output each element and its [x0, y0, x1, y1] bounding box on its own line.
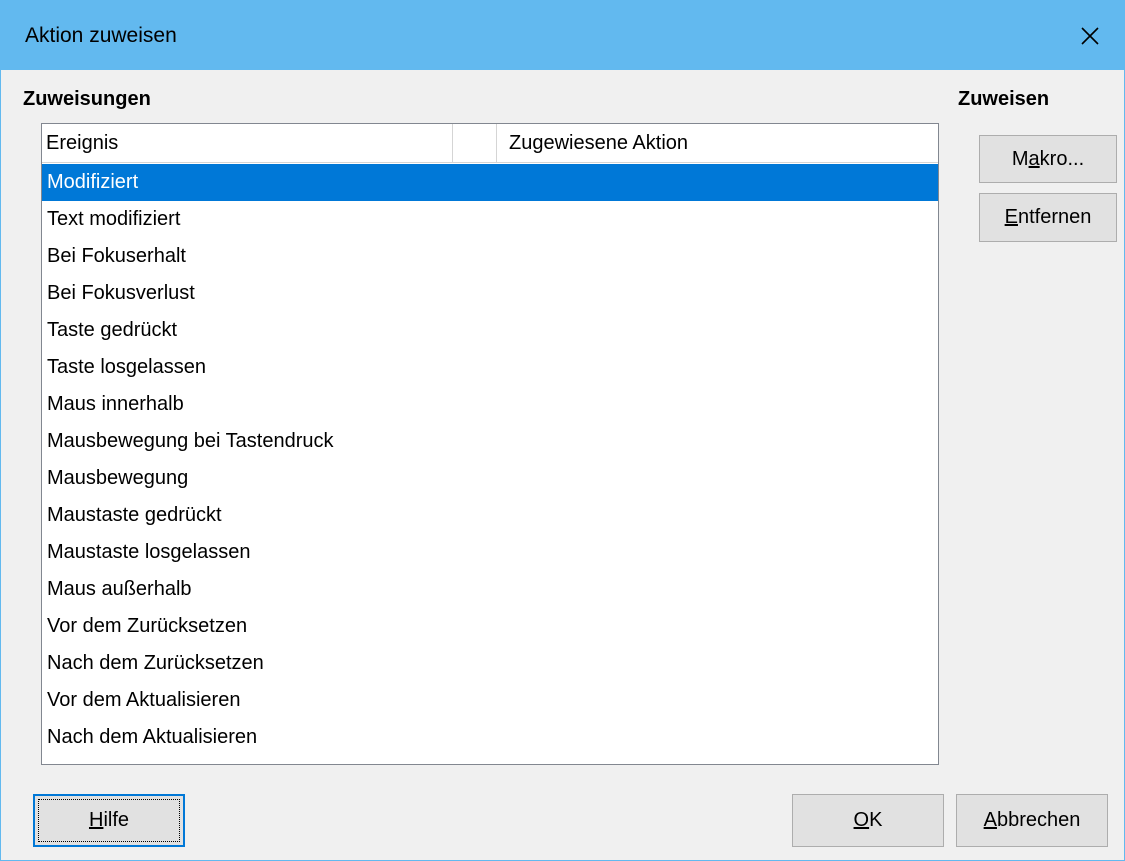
event-row[interactable]: Nach dem Aktualisieren	[42, 719, 938, 756]
macro-button[interactable]: Makro...	[979, 135, 1117, 183]
event-row[interactable]: Nach dem Zurücksetzen	[42, 645, 938, 682]
cancel-button-label: Abbrechen	[983, 809, 1081, 831]
event-row[interactable]: Bei Fokusverlust	[42, 275, 938, 312]
event-row[interactable]: Vor dem Aktualisieren	[42, 682, 938, 719]
column-header-event[interactable]: Ereignis	[42, 124, 453, 162]
ok-button[interactable]: OK	[792, 794, 944, 847]
event-row[interactable]: Bei Fokuserhalt	[42, 238, 938, 275]
ok-button-label: OK	[853, 809, 883, 831]
event-row[interactable]: Mausbewegung	[42, 460, 938, 497]
action-assign-dialog: Aktion zuweisen Zuweisungen Zuweisen Ere…	[0, 0, 1125, 861]
event-list: Modifiziert Text modifiziert Bei Fokuserha…	[42, 164, 938, 756]
event-row[interactable]: Maus außerhalb	[42, 571, 938, 608]
event-table: Ereignis Zugewiesene Aktion Modifiziert T…	[41, 123, 939, 765]
assign-heading: Zuweisen	[958, 88, 1050, 110]
help-button[interactable]: Hilfe	[33, 794, 185, 847]
remove-button-label: Entfernen	[1004, 206, 1092, 228]
event-row[interactable]: Taste losgelassen	[42, 349, 938, 386]
remove-button[interactable]: Entfernen	[979, 193, 1117, 242]
column-header-assigned-action[interactable]: Zugewiesene Aktion	[497, 124, 938, 162]
cancel-button[interactable]: Abbrechen	[956, 794, 1108, 847]
event-row[interactable]: Vor dem Zurücksetzen	[42, 608, 938, 645]
assignments-heading: Zuweisungen	[23, 88, 151, 110]
event-row[interactable]: Taste gedrückt	[42, 312, 938, 349]
title-bar[interactable]: Aktion zuweisen	[1, 1, 1124, 70]
event-row[interactable]: Maustaste gedrückt	[42, 497, 938, 534]
event-row[interactable]: Maustaste losgelassen	[42, 534, 938, 571]
close-button[interactable]	[1056, 1, 1124, 70]
window-title: Aktion zuweisen	[25, 24, 177, 47]
event-row[interactable]: Maus innerhalb	[42, 386, 938, 423]
event-row[interactable]: Text modifiziert	[42, 201, 938, 238]
close-icon	[1081, 26, 1099, 45]
focus-indicator	[38, 799, 180, 842]
event-row[interactable]: Mausbewegung bei Tastendruck	[42, 423, 938, 460]
event-row[interactable]: Modifiziert	[42, 164, 938, 201]
table-header: Ereignis Zugewiesene Aktion	[42, 124, 938, 163]
macro-button-label: Makro...	[1011, 148, 1085, 170]
column-header-spacer[interactable]	[453, 124, 497, 162]
